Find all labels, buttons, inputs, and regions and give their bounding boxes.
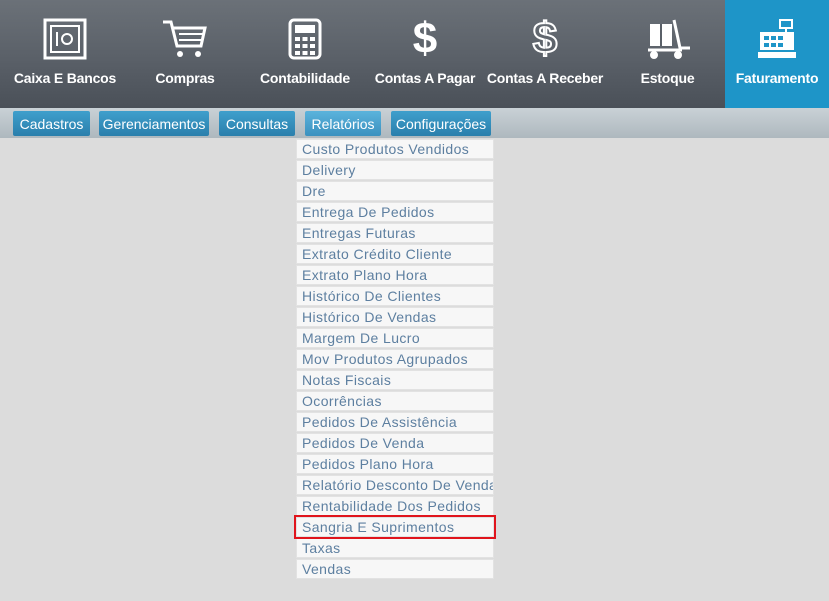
tab-consultas[interactable]: Consultas (219, 111, 295, 136)
menu-item-taxas[interactable]: Taxas (296, 538, 494, 558)
module-label: Estoque (640, 70, 695, 86)
menu-item-pedidos-de-assistencia[interactable]: Pedidos De Assistência (296, 412, 494, 432)
dollar-outline-icon: $ (532, 14, 559, 63)
tab-cadastros[interactable]: Cadastros (13, 111, 90, 136)
module-label: Contas A Pagar (374, 70, 476, 86)
top-module-bar: Caixa E Bancos Compras Contabilidade $ C… (0, 0, 829, 108)
tab-relatorios[interactable]: Relatórios (305, 111, 381, 136)
menu-item-dre[interactable]: Dre (296, 181, 494, 201)
cash-register-icon (725, 16, 829, 62)
module-label: Contabilidade (260, 70, 350, 86)
module-contabilidade[interactable]: Contabilidade (240, 0, 370, 108)
dollar-icon: $ (412, 14, 438, 63)
relatorios-dropdown-menu: Custo Produtos Vendidos Delivery Dre Ent… (294, 139, 496, 580)
menu-item-extrato-plano-hora[interactable]: Extrato Plano Hora (296, 265, 494, 285)
menu-item-notas-fiscais[interactable]: Notas Fiscais (296, 370, 494, 390)
menu-item-custo-produtos-vendidos[interactable]: Custo Produtos Vendidos (296, 139, 494, 159)
menu-item-vendas[interactable]: Vendas (296, 559, 494, 579)
menu-item-ocorrencias[interactable]: Ocorrências (296, 391, 494, 411)
shopping-cart-icon (130, 16, 240, 62)
menu-item-rentabilidade-dos-pedidos[interactable]: Rentabilidade Dos Pedidos (296, 496, 494, 516)
module-label: Compras (155, 70, 215, 86)
menu-item-mov-produtos-agrupados[interactable]: Mov Produtos Agrupados (296, 349, 494, 369)
menu-item-entrega-de-pedidos[interactable]: Entrega De Pedidos (296, 202, 494, 222)
module-label: Caixa E Bancos (13, 70, 117, 86)
tab-configuracoes[interactable]: Configurações (391, 111, 491, 136)
menu-item-margem-de-lucro[interactable]: Margem De Lucro (296, 328, 494, 348)
module-contas-a-pagar[interactable]: $ Contas A Pagar (370, 0, 480, 108)
menu-item-relatorio-desconto-de-vendas[interactable]: Relatório Desconto De Vendas (296, 475, 494, 495)
menu-item-delivery[interactable]: Delivery (296, 160, 494, 180)
menu-item-pedidos-de-venda[interactable]: Pedidos De Venda (296, 433, 494, 453)
menu-item-pedidos-plano-hora[interactable]: Pedidos Plano Hora (296, 454, 494, 474)
menu-item-entregas-futuras[interactable]: Entregas Futuras (296, 223, 494, 243)
tab-gerenciamentos[interactable]: Gerenciamentos (99, 111, 209, 136)
module-contas-a-receber[interactable]: $ Contas A Receber (480, 0, 610, 108)
menu-item-extrato-credito-cliente[interactable]: Extrato Crédito Cliente (296, 244, 494, 264)
module-caixa-e-bancos[interactable]: Caixa E Bancos (0, 0, 130, 108)
hand-truck-icon (610, 16, 725, 62)
module-label: Contas A Receber (486, 70, 604, 86)
module-faturamento[interactable]: Faturamento (725, 0, 829, 108)
calculator-icon (240, 16, 370, 62)
submenu-bar: Cadastros Gerenciamentos Consultas Relat… (0, 108, 829, 138)
module-label: Faturamento (735, 70, 819, 86)
menu-item-historico-de-clientes[interactable]: Histórico De Clientes (296, 286, 494, 306)
menu-item-historico-de-vendas[interactable]: Histórico De Vendas (296, 307, 494, 327)
safe-icon (0, 16, 130, 62)
module-estoque[interactable]: Estoque (610, 0, 725, 108)
module-compras[interactable]: Compras (130, 0, 240, 108)
menu-item-sangria-e-suprimentos[interactable]: Sangria E Suprimentos (294, 515, 496, 539)
